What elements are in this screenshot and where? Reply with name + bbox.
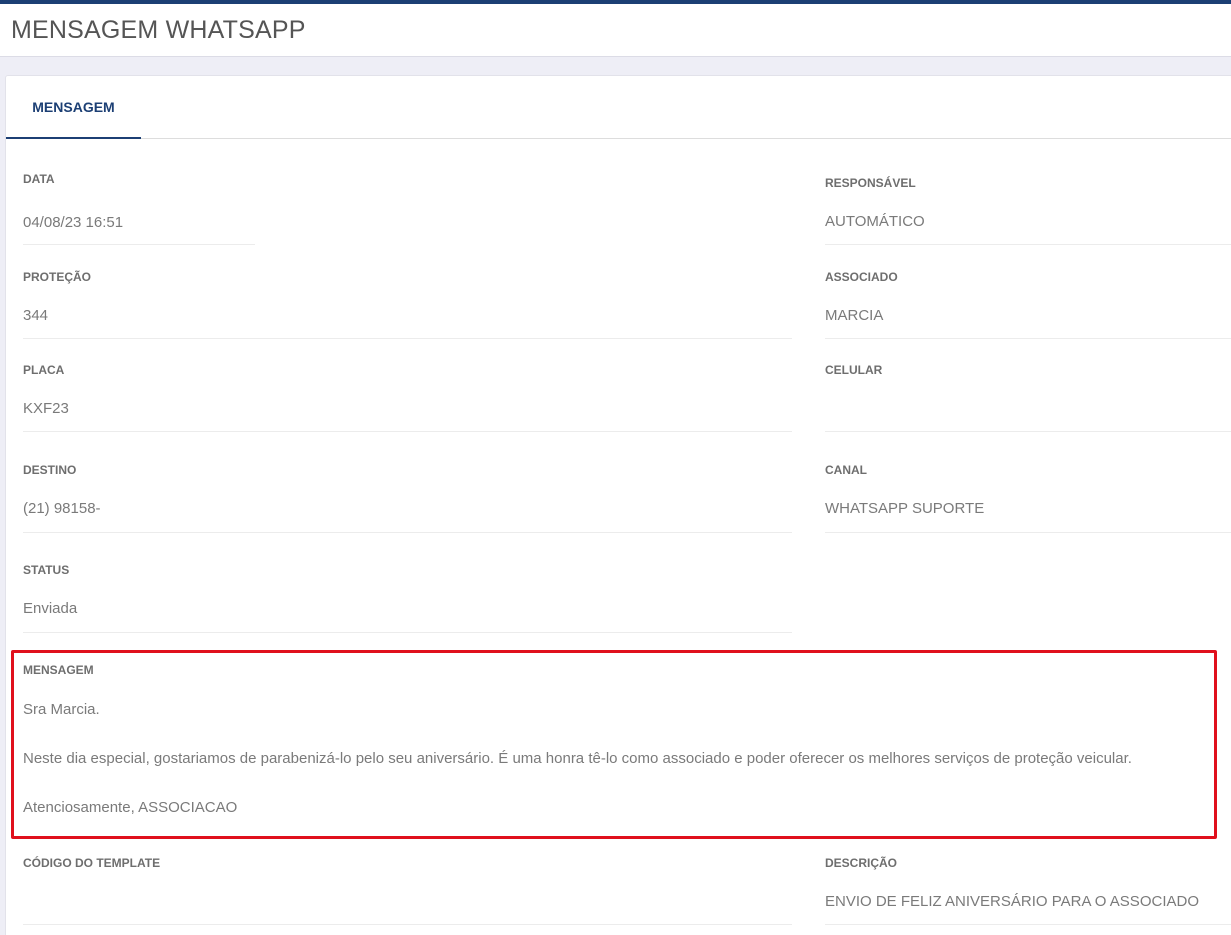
field-value: WHATSAPP SUPORTE [825,500,985,517]
divider [825,244,1231,245]
field-label: DATA [23,172,55,186]
divider [825,924,1231,925]
field-value: 04/08/23 16:51 [23,214,124,231]
field-label: CANAL [825,463,867,477]
field-value: (21) 98158- [23,500,101,517]
field-label: STATUS [23,563,70,577]
field-label: RESPONSÁVEL [825,176,916,190]
divider [23,632,792,633]
field-label: DESTINO [23,463,77,477]
field-value: Enviada [23,600,78,617]
field-value: KXF23 [23,400,69,417]
message-label: MENSAGEM [23,663,94,677]
divider [825,338,1231,339]
field-value: ENVIO DE FELIZ ANIVERSÁRIO PARA O ASSOCI… [825,893,1199,910]
field-label: CELULAR [825,363,883,377]
message-line-greeting: Sra Marcia. [23,701,100,718]
divider [23,338,792,339]
field-label: DESCRIÇÃO [825,856,898,870]
tab-mensagem[interactable]: MENSAGEM [6,76,141,139]
field-value: MARCIA [825,307,884,324]
field-value: 344 [23,307,49,324]
message-line-body: Neste dia especial, gostariamos de parab… [23,750,1132,767]
field-value: AUTOMÁTICO [825,213,925,230]
divider [23,532,792,533]
field-label: PROTEÇÃO [23,270,92,284]
divider [23,924,792,925]
message-line-signature: Atenciosamente, ASSOCIACAO [23,799,238,816]
divider [825,431,1231,432]
divider [23,244,255,245]
divider [825,532,1231,533]
page-title: MENSAGEM WHATSAPP [11,16,306,44]
page-header: MENSAGEM WHATSAPP [0,4,1231,57]
tab-bar: MENSAGEM [6,76,1231,139]
field-label: CÓDIGO DO TEMPLATE [23,856,161,870]
field-label: ASSOCIADO [825,270,898,284]
field-label: PLACA [23,363,65,377]
divider [23,431,792,432]
